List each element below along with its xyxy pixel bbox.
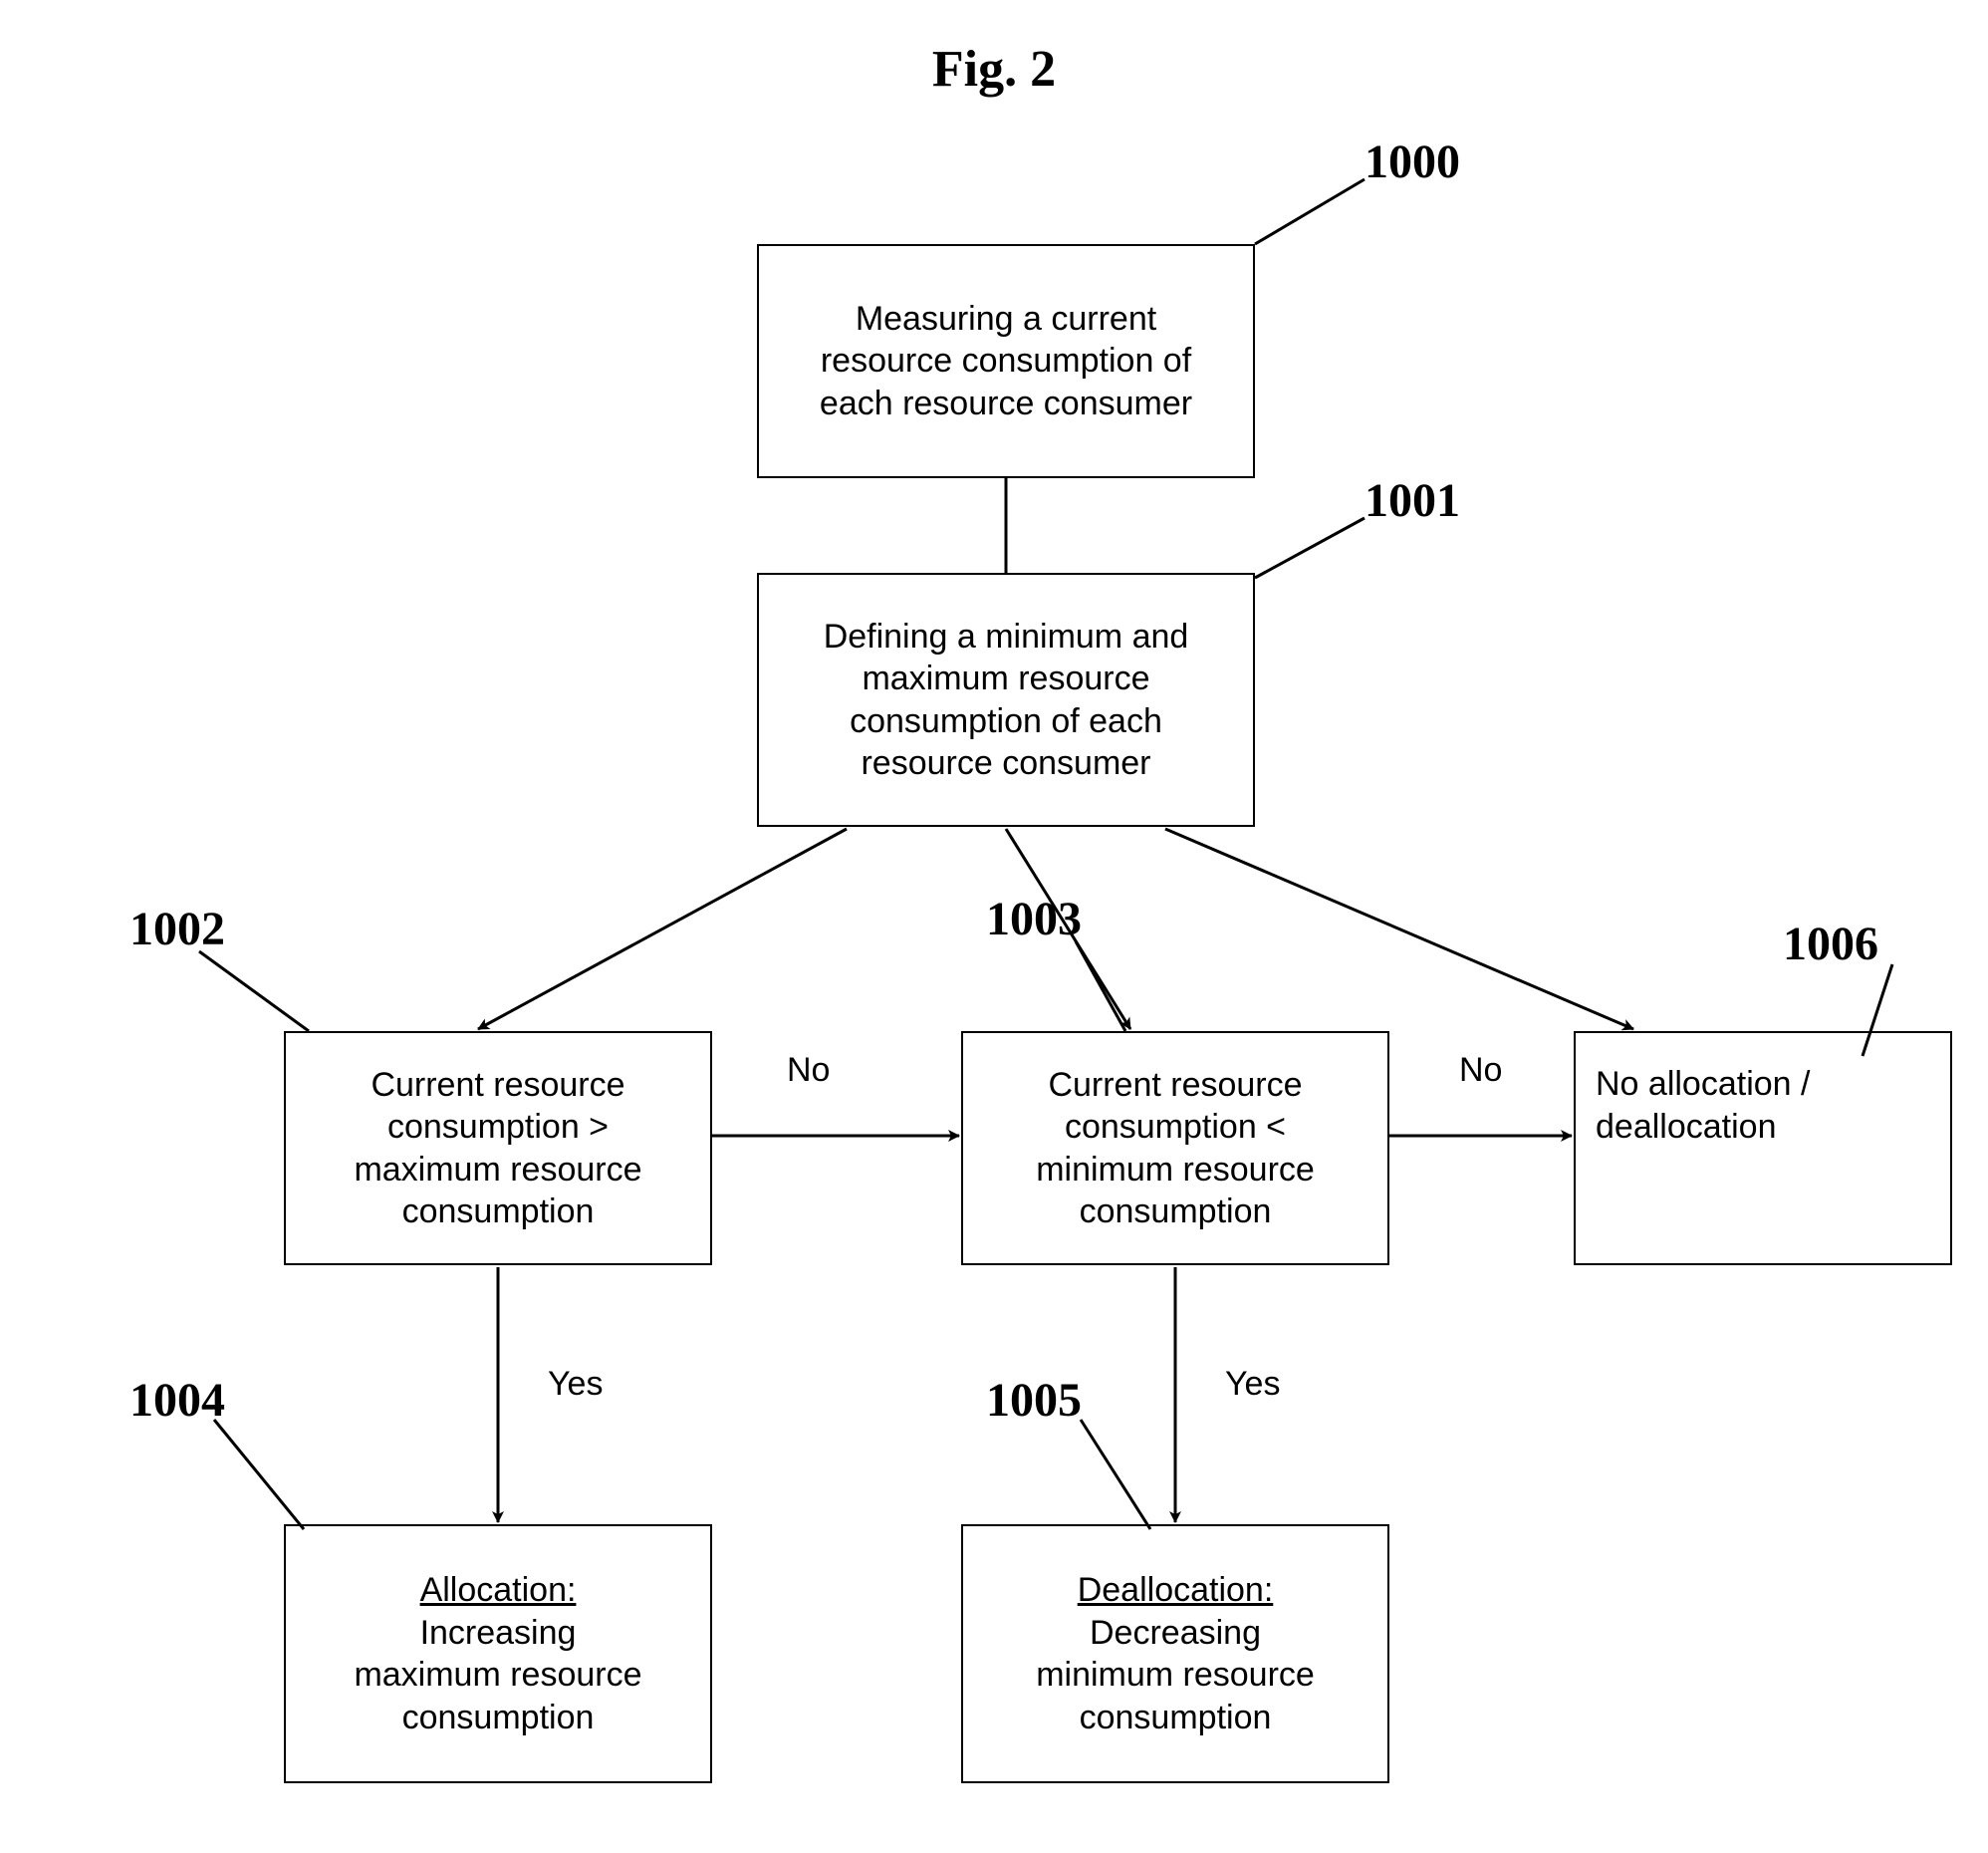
box-1002-gt-max: Current resource consumption > maximum r…: [284, 1031, 712, 1265]
figure-title: Fig. 2: [795, 40, 1193, 99]
box-1005-line-1: minimum resource: [1036, 1654, 1315, 1697]
ref-1004: 1004: [129, 1373, 225, 1428]
ref-1000: 1000: [1365, 134, 1460, 189]
box-1005-line-0: Decreasing: [1090, 1612, 1261, 1655]
diagram-canvas: Fig. 2 Measuring a current resource cons…: [0, 0, 1988, 1853]
box-1002-line-2: maximum resource: [354, 1149, 641, 1191]
box-1003-line-1: consumption <: [1065, 1106, 1286, 1149]
box-1001-line-0: Defining a minimum and: [824, 616, 1189, 659]
box-1003-line-2: minimum resource: [1036, 1149, 1315, 1191]
box-1006-no-alloc: No allocation / deallocation: [1574, 1031, 1952, 1265]
box-1003-line-3: consumption: [1080, 1191, 1272, 1233]
edge-label-yes-1: Yes: [548, 1365, 603, 1404]
box-1004-line-0: Increasing: [420, 1612, 577, 1655]
ref-1005: 1005: [986, 1373, 1082, 1428]
box-1001-line-3: resource consumer: [861, 742, 1150, 785]
ref-1003: 1003: [986, 892, 1082, 946]
box-1001-line-1: maximum resource: [862, 658, 1149, 700]
edge-label-yes-2: Yes: [1225, 1365, 1280, 1404]
box-1000-line-0: Measuring a current: [856, 298, 1156, 341]
box-1004-line-2: consumption: [402, 1697, 595, 1739]
box-1005-deallocation: Deallocation: Decreasing minimum resourc…: [961, 1524, 1389, 1783]
box-1001-line-2: consumption of each: [850, 700, 1162, 743]
box-1000-line-1: resource consumption of: [821, 340, 1191, 383]
box-1003-line-0: Current resource: [1048, 1064, 1302, 1107]
box-1006-line-1: deallocation: [1596, 1106, 1776, 1149]
box-1004-allocation: Allocation: Increasing maximum resource …: [284, 1524, 712, 1783]
box-1002-line-1: consumption >: [387, 1106, 609, 1149]
box-1002-line-0: Current resource: [371, 1064, 624, 1107]
box-1000-line-2: each resource consumer: [820, 383, 1192, 425]
ref-1002: 1002: [129, 902, 225, 956]
box-1000-measure: Measuring a current resource consumption…: [757, 244, 1255, 478]
box-1004-line-1: maximum resource: [354, 1654, 641, 1697]
box-1005-line-2: consumption: [1080, 1697, 1272, 1739]
box-1006-line-0: No allocation /: [1596, 1063, 1810, 1106]
box-1002-line-3: consumption: [402, 1191, 595, 1233]
edge-label-no-1: No: [787, 1051, 830, 1090]
edge-label-no-2: No: [1459, 1051, 1502, 1090]
box-1001-define: Defining a minimum and maximum resource …: [757, 573, 1255, 827]
ref-1006: 1006: [1783, 917, 1878, 971]
box-1003-lt-min: Current resource consumption < minimum r…: [961, 1031, 1389, 1265]
box-1005-heading: Deallocation:: [1078, 1569, 1274, 1612]
ref-1001: 1001: [1365, 473, 1460, 528]
box-1004-heading: Allocation:: [420, 1569, 577, 1612]
